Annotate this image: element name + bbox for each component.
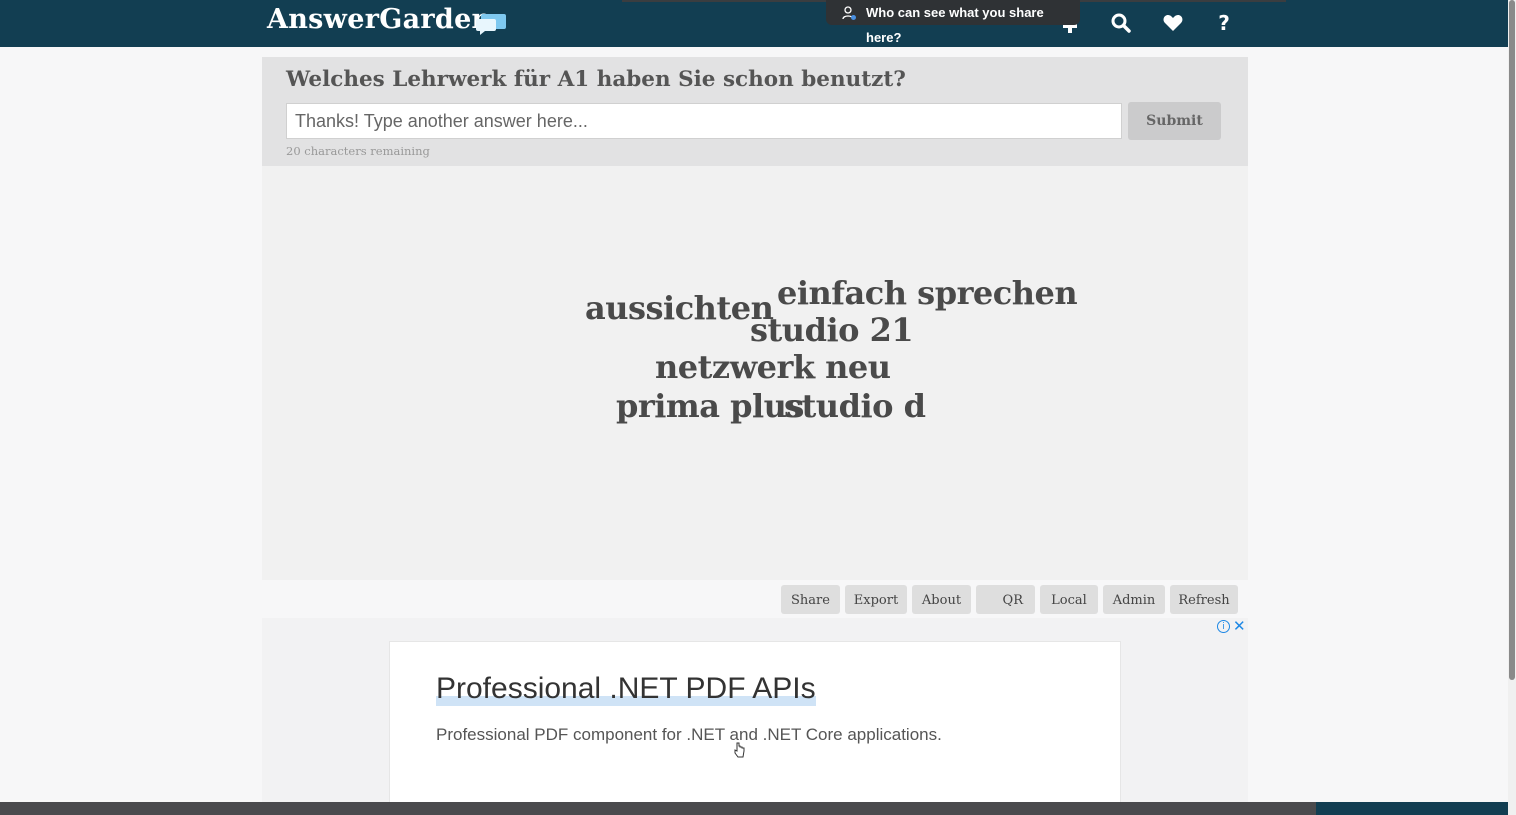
ad-card[interactable]: Professional .NET PDF APIs Professional … [389, 641, 1121, 815]
ad-title[interactable]: Professional .NET PDF APIs [436, 672, 816, 706]
question-title: Welches Lehrwerk für A1 haben Sie schon … [286, 67, 906, 92]
admin-button[interactable]: Admin [1103, 585, 1165, 614]
export-button[interactable]: Export [845, 585, 907, 614]
ad-info-icon[interactable]: i [1217, 620, 1230, 633]
submit-button[interactable]: Submit [1128, 102, 1221, 140]
share-tooltip-text: Who can see what you share here? [866, 5, 1044, 45]
question-panel: Welches Lehrwerk für A1 haben Sie schon … [262, 57, 1248, 166]
logo[interactable]: AnswerGarden [267, 4, 492, 35]
top-navigation-bar [0, 0, 1508, 47]
ad-description: Professional PDF component for .NET and … [436, 725, 942, 744]
cloud-word[interactable]: aussichten [585, 289, 774, 327]
cloud-word[interactable]: einfach sprechen [777, 274, 1078, 312]
bottom-bar-accent [1316, 802, 1508, 815]
about-button[interactable]: About [912, 585, 971, 614]
cloud-word[interactable]: prima plus [616, 387, 804, 425]
answer-input[interactable] [286, 103, 1122, 139]
characters-remaining: 20 characters remaining [286, 144, 430, 158]
help-icon[interactable]: ? [1212, 11, 1236, 35]
hand-cursor-icon [734, 742, 745, 758]
speech-bubble-icon [476, 14, 506, 35]
local-button[interactable]: Local [1040, 585, 1098, 614]
cloud-word[interactable]: netzwerk neu [655, 348, 891, 386]
bottom-bar [0, 802, 1508, 815]
heart-icon[interactable] [1161, 11, 1185, 35]
people-icon [842, 6, 856, 20]
refresh-button[interactable]: Refresh [1170, 585, 1238, 614]
qr-button[interactable]: QR [976, 585, 1035, 614]
share-privacy-tooltip[interactable]: Who can see what you share here? [826, 0, 1080, 45]
search-icon[interactable] [1109, 11, 1133, 35]
close-icon[interactable]: ✕ [1233, 617, 1246, 635]
cloud-word[interactable]: studio d [784, 387, 926, 425]
cloud-word[interactable]: studio 21 [750, 311, 914, 349]
share-button[interactable]: Share [781, 585, 840, 614]
scrollbar-thumb[interactable] [1509, 0, 1515, 680]
